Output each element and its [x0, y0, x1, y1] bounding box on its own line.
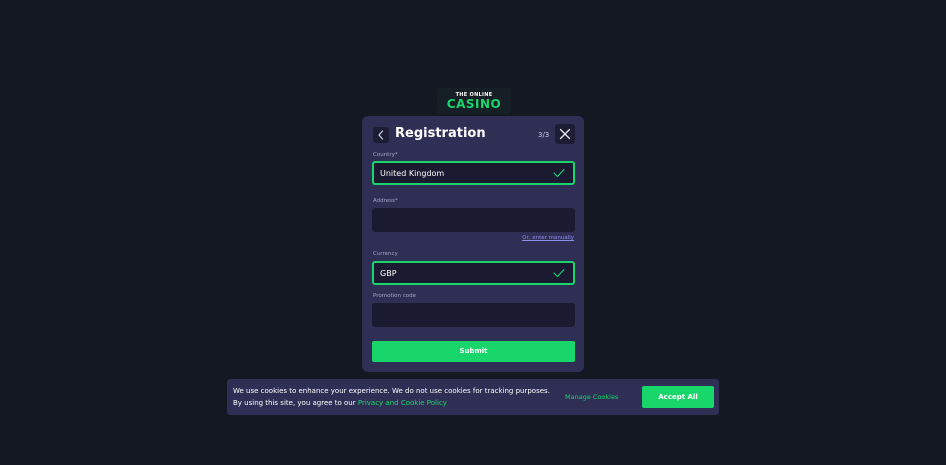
cookie-message: We use cookies to enhance your experienc… — [233, 385, 561, 409]
country-value: United Kingdom — [380, 169, 445, 178]
promotion-code-input[interactable] — [372, 303, 575, 327]
country-select[interactable]: United Kingdom — [372, 161, 575, 185]
step-indicator: 3/3 — [538, 131, 550, 139]
logo-main-text: CASINO — [446, 97, 502, 111]
close-button[interactable] — [555, 124, 575, 144]
accept-all-button[interactable]: Accept All — [642, 386, 714, 408]
privacy-policy-link[interactable]: Privacy and Cookie Policy — [358, 399, 447, 407]
close-icon — [559, 128, 571, 140]
currency-value: GBP — [380, 269, 397, 278]
casino-logo: THE ONLINE CASINO — [437, 88, 511, 114]
back-button[interactable] — [373, 127, 389, 143]
address-label: Address* — [373, 198, 398, 204]
country-label: Country* — [373, 152, 398, 158]
chevron-left-icon — [378, 130, 384, 140]
check-icon — [553, 168, 565, 178]
currency-select[interactable]: GBP — [372, 261, 575, 285]
enter-manually-link[interactable]: Or, enter manually — [522, 235, 574, 242]
registration-modal: Registration 3/3 Country* United Kingdom… — [362, 116, 584, 372]
modal-header: Registration 3/3 — [362, 116, 584, 152]
manage-cookies-button[interactable]: Manage Cookies — [565, 392, 618, 402]
currency-label: Currency — [373, 251, 398, 257]
modal-title: Registration — [395, 126, 486, 141]
address-input[interactable] — [372, 208, 575, 232]
check-icon — [553, 268, 565, 278]
promotion-label: Promotion code — [373, 293, 416, 299]
cookie-banner: We use cookies to enhance your experienc… — [227, 379, 719, 415]
submit-button[interactable]: Submit — [372, 341, 575, 362]
